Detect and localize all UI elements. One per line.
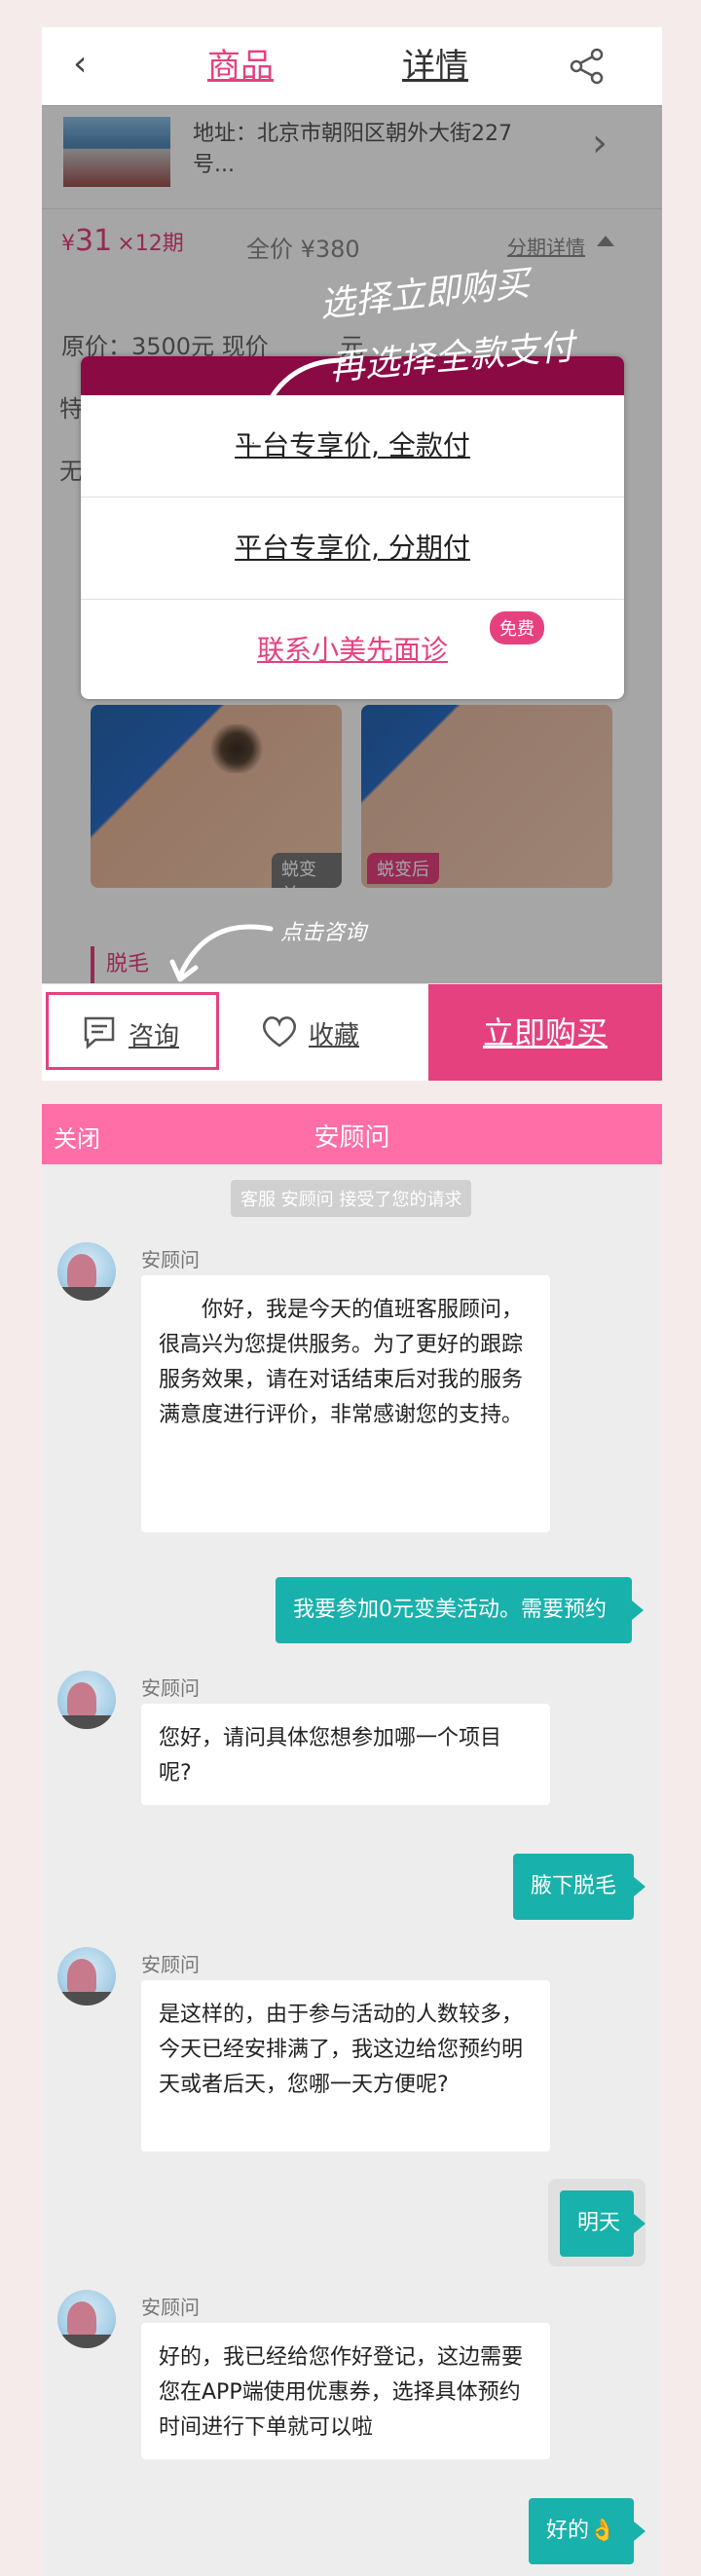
share-icon[interactable]	[568, 47, 607, 86]
system-notice: 客服 安顾问 接受了您的请求	[231, 1180, 472, 1217]
heart-icon	[263, 1016, 296, 1048]
consult-label: 咨询	[129, 1022, 180, 1051]
tab-details[interactable]: 详情	[402, 45, 468, 88]
buy-now-button[interactable]: 立即购买	[428, 984, 662, 1081]
message-bubble-outgoing: 明天	[560, 2190, 646, 2257]
installment-payment-option[interactable]: 平台专享价, 分期付	[81, 497, 624, 600]
agent-name: 安顾问	[141, 1676, 200, 1700]
avatar-art	[67, 1959, 96, 1994]
message-bubble: 你好，我是今天的值班客服顾问，很高兴为您提供服务。为了更好的跟踪服务效果，请在对…	[141, 1275, 550, 1532]
agent-avatar[interactable]	[57, 2290, 116, 2348]
avatar-art	[67, 2301, 96, 2337]
message-bubble-outgoing: 我要参加0元变美活动。需要预约	[276, 1577, 644, 1643]
message-bubble-outgoing: 好的👌	[529, 2498, 646, 2564]
annotation-consult: 点击咨询	[280, 921, 367, 945]
avatar-art	[57, 2335, 116, 2348]
message-bubble: 好的，我已经给您作好登记，这边需要您在APP端使用优惠券，选择具体预约时间进行下…	[141, 2323, 550, 2459]
favorite-label: 收藏	[309, 1021, 360, 1050]
bottom-action-bar: 咨询 收藏 立即购买	[42, 983, 662, 1081]
tab-product[interactable]: 商品	[207, 45, 274, 88]
agent-avatar[interactable]	[57, 1242, 116, 1301]
chat-header: 关闭 安顾问	[42, 1104, 662, 1164]
message-bubble: 您好，请问具体您想参加哪一个项目呢?	[141, 1704, 550, 1805]
avatar-art	[57, 1287, 116, 1301]
agent-avatar[interactable]	[57, 1671, 116, 1729]
chat-icon	[84, 1016, 115, 1049]
agent-name: 安顾问	[141, 2296, 200, 2319]
arrow-annotation-icon	[169, 924, 274, 982]
chevron-left-icon[interactable]: ‹	[73, 45, 102, 84]
message-bubble-outgoing: 腋下脱毛	[513, 1854, 646, 1920]
chat-title: 安顾问	[314, 1123, 390, 1153]
chat-screen: 关闭 安顾问 客服 安顾问 接受了您的请求 安顾问 你好，我是今天的值班客服顾问…	[42, 1104, 662, 2576]
message-bubble: 是这样的，由于参与活动的人数较多，今天已经安排满了，我这边给您预约明天或者后天，…	[141, 1980, 550, 2152]
consult-button[interactable]: 咨询	[46, 992, 219, 1070]
favorite-button[interactable]: 收藏	[223, 984, 427, 1081]
avatar-art	[57, 1992, 116, 2006]
product-screen: ‹ 商品 详情 地址：北京市朝阳区朝外大街227号... › ¥31 ×12期 …	[42, 27, 662, 1081]
agent-name: 安顾问	[141, 1953, 200, 1976]
avatar-art	[57, 1715, 116, 1729]
agent-avatar[interactable]	[57, 1947, 116, 2006]
avatar-art	[67, 1254, 96, 1289]
agent-name: 安顾问	[141, 1248, 200, 1271]
top-nav-bar: ‹ 商品 详情	[42, 27, 662, 106]
consult-first-option[interactable]: 联系小美先面诊	[81, 600, 624, 699]
avatar-art	[67, 1682, 96, 1717]
free-badge: 免费	[490, 611, 544, 644]
arrow-annotation-icon	[243, 357, 347, 445]
